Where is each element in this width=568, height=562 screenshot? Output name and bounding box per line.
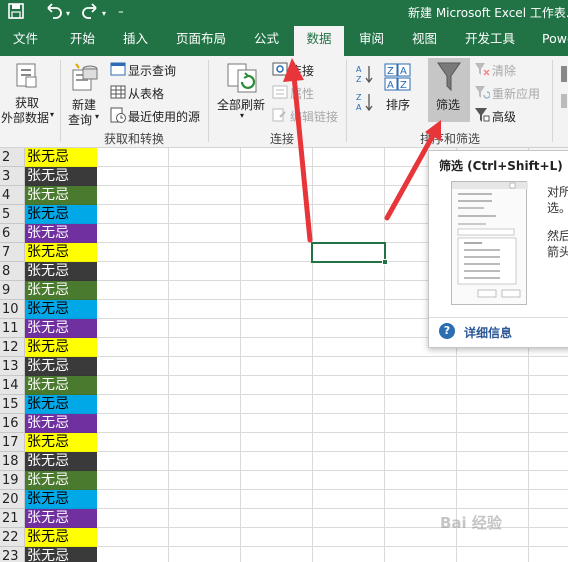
tooltip-text-line-2: 选。 — [547, 201, 568, 215]
filter-preview-image — [451, 181, 528, 305]
tooltip-text-line-1: 对所 — [547, 185, 568, 199]
arrow-to-connections — [283, 58, 313, 243]
tooltip-text-line-3: 然后 — [547, 229, 568, 243]
tooltip-title: 筛选 (Ctrl+Shift+L) — [439, 159, 563, 173]
help-icon[interactable]: ? — [439, 323, 455, 339]
watermark: Bai 经验 — [440, 514, 502, 532]
tooltip-text-line-4: 箭头 — [547, 245, 568, 259]
more-info-link[interactable]: 详细信息 — [464, 324, 512, 341]
filter-tooltip: 筛选 (Ctrl+Shift+L) 对所 选。 然后 箭头 ? 详细信息 — [428, 150, 568, 348]
tooltip-divider — [429, 317, 568, 318]
